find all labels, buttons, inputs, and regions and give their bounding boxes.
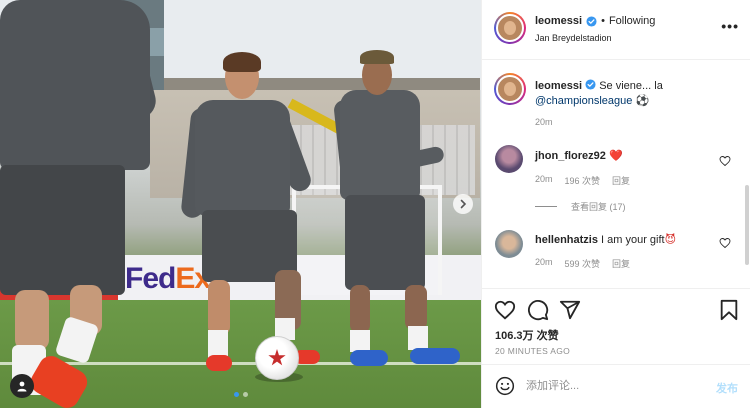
photo-player-boot [350,350,388,366]
photo-player-center [195,100,290,215]
author-avatar[interactable] [494,12,526,44]
chevron-right-icon [460,199,467,209]
post-caption: leomessi Se viene... la @championsleague… [535,79,735,109]
carousel-indicator [234,392,248,397]
comment-reply-button[interactable]: 回复 [612,257,630,270]
commenter-username[interactable]: jhon_florez92 [535,150,606,162]
comment-icon[interactable] [527,299,549,321]
photo-player-hair [360,50,394,64]
photo-player-leg [405,285,427,330]
replies-divider [535,206,557,207]
instagram-post-modal: FedEx leomessi • Following Jan Breydelst… [0,0,750,408]
view-replies-button[interactable]: 查看回复 (17) [535,200,626,213]
carousel-dot-active [234,392,239,397]
add-comment-bar: 发布 [482,364,750,408]
heart-emoji: ❤️ [608,150,623,162]
avatar-image [496,14,524,42]
post-header: leomessi • Following Jan Breydelstadion … [482,0,750,60]
avatar-image [496,75,524,103]
following-button[interactable]: Following [609,15,655,27]
verified-badge-icon [585,79,596,90]
photo-player-right [340,90,420,200]
photo-football [255,336,299,380]
header-user-row: leomessi • Following [535,15,655,27]
post-location[interactable]: Jan Breydelstadion [535,33,612,43]
comments-list[interactable]: leomessi Se viene... la @championsleague… [482,61,750,287]
soccer-ball-emoji: ⚽ [635,95,650,107]
like-count[interactable]: 106.3万 次赞 [495,327,559,343]
photo-player-leg [208,280,230,335]
comment-meta: 20m 599 次赞 回复 [535,257,630,270]
photo-player-shorts [345,195,425,290]
post-sidebar: leomessi • Following Jan Breydelstadion … [481,0,750,408]
photo-player-sock [208,330,228,358]
emoji-icon[interactable] [495,376,515,396]
user-icon [17,381,27,392]
heart-outline-icon[interactable] [719,237,731,249]
caption-timestamp[interactable]: 20m [535,117,553,127]
verified-badge-icon [586,15,597,27]
tagged-users-button[interactable] [10,374,34,398]
view-replies-label: 查看回复 (17) [571,202,626,212]
caption-text: Se viene... la [599,80,663,92]
photo-player-leg [15,290,49,350]
comments-scrollbar[interactable] [745,185,749,265]
photo-player-boot [410,348,460,364]
carousel-next-button[interactable] [453,194,473,214]
comment-meta: 20m 196 次赞 回复 [535,174,630,187]
comment-like-count[interactable]: 196 次赞 [565,174,601,187]
photo-player-foreground [0,0,150,170]
bookmark-icon[interactable] [718,299,740,321]
photo-player-leg [350,285,370,333]
comment-input[interactable] [526,375,696,397]
comment-body: jhon_florez92 ❤️ [535,149,725,163]
share-direct-icon[interactable] [559,299,581,321]
post-comment-button[interactable]: 发布 [716,380,738,396]
heart-icon[interactable] [494,299,516,321]
comment-timestamp[interactable]: 20m [535,257,553,270]
photo-player-boot [206,355,232,371]
commenter-avatar[interactable] [495,230,523,258]
photo-player-hair [223,52,261,72]
caption-author-avatar[interactable] [494,73,526,105]
photo-player-shorts [0,165,125,295]
more-horizontal-icon[interactable]: ••• [721,18,739,34]
comment-reply-button[interactable]: 回复 [612,174,630,187]
caption-username[interactable]: leomessi [535,80,582,92]
carousel-dot [243,392,248,397]
commenter-avatar[interactable] [495,145,523,173]
photo-player-sock [408,326,428,350]
post-actions-bar [482,288,750,328]
comment-like-count[interactable]: 599 次赞 [565,257,601,270]
caption-mention-link[interactable]: @championsleague [535,95,632,107]
post-media-image[interactable]: FedEx [0,0,481,408]
commenter-username[interactable]: hellenhatzis [535,234,598,246]
comment-text: I am your gift [601,234,665,246]
post-timestamp[interactable]: 20 MINUTES AGO [495,346,570,356]
adboard-brand: FedEx [125,262,211,295]
photo-pitch-line [0,362,481,365]
photo-stand-roof [150,78,480,90]
comment-timestamp[interactable]: 20m [535,174,553,187]
comment-body: hellenhatzis I am your gift😈 [535,233,725,247]
devil-emoji: 😈 [664,234,677,246]
header-separator: • [601,15,605,27]
author-username[interactable]: leomessi [535,15,582,27]
photo-player-sock [350,330,370,352]
heart-outline-icon[interactable] [719,155,731,167]
